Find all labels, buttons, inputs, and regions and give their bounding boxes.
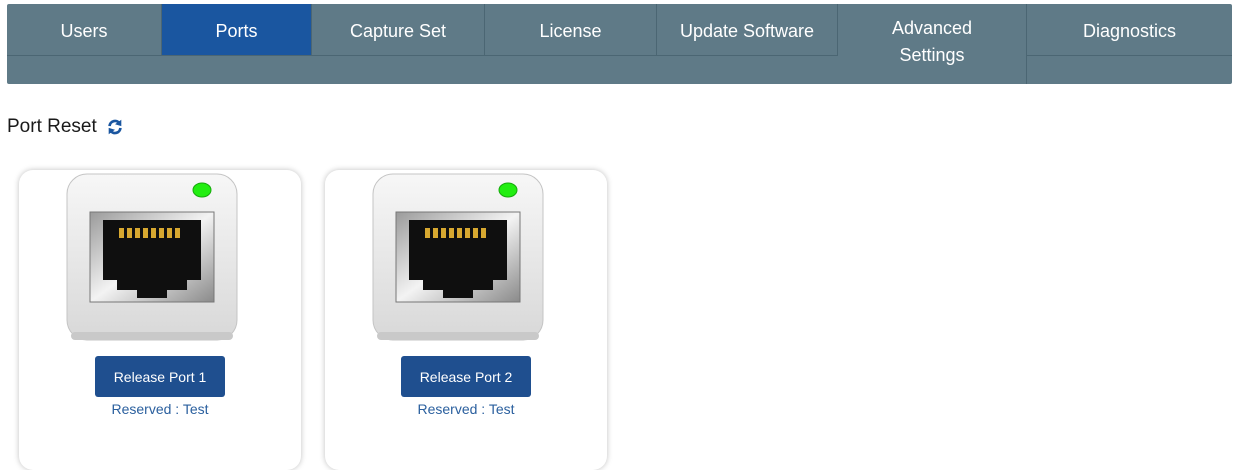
tab-capture-set[interactable]: Capture Set: [312, 4, 485, 56]
tab-diagnostics[interactable]: Diagnostics: [1027, 4, 1232, 56]
ethernet-port-icon: [372, 173, 544, 341]
port-card-2: Release Port 2 Reserved : Test: [325, 170, 607, 470]
port-reset-header: Port Reset: [7, 116, 124, 138]
tab-advanced-settings[interactable]: Advanced Settings: [838, 4, 1027, 84]
port-card-1: Release Port 1 Reserved : Test: [19, 170, 301, 470]
ethernet-port-icon: [66, 173, 238, 341]
main-tab-bar: Users Ports Capture Set License Update S…: [7, 4, 1232, 84]
link-led: [192, 182, 212, 198]
port-1-status: Reserved : Test: [111, 401, 209, 417]
tab-users[interactable]: Users: [7, 4, 162, 56]
release-port-1-button[interactable]: Release Port 1: [95, 356, 225, 397]
section-title: Port Reset: [7, 116, 97, 137]
tab-license[interactable]: License: [485, 4, 657, 56]
release-port-2-button[interactable]: Release Port 2: [401, 356, 531, 397]
link-led: [498, 182, 518, 198]
refresh-icon[interactable]: [106, 118, 124, 136]
tab-ports[interactable]: Ports: [162, 4, 312, 56]
tab-update-software[interactable]: Update Software: [657, 4, 838, 56]
port-2-status: Reserved : Test: [417, 401, 515, 417]
